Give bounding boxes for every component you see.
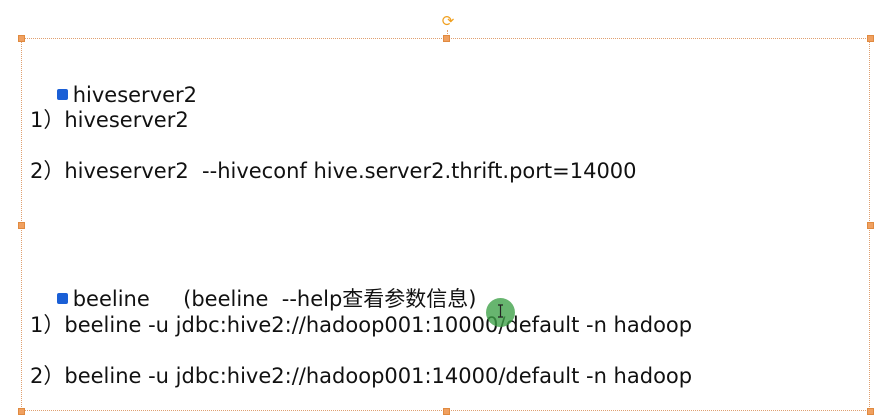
resize-handle-top-left[interactable] xyxy=(18,35,25,42)
resize-handle-top-right[interactable] xyxy=(867,35,874,42)
resize-handle-left[interactable] xyxy=(18,222,25,229)
resize-handle-bottom[interactable] xyxy=(443,408,450,415)
text-cursor-icon xyxy=(498,304,503,318)
list-item[interactable]: 1）hiveserver2 xyxy=(30,107,189,133)
rotate-handle-icon[interactable]: ⟳ xyxy=(440,13,456,29)
list-item[interactable]: 2）beeline -u jdbc:hive2://hadoop001:1400… xyxy=(30,363,692,389)
list-item[interactable]: 2）hiveserver2 --hiveconf hive.server2.th… xyxy=(30,158,637,184)
resize-handle-right[interactable] xyxy=(867,222,874,229)
slide-canvas: ⟳ hiveserver2 1）hiveserver2 2）hiveserver… xyxy=(0,0,885,417)
resize-handle-bottom-right[interactable] xyxy=(867,408,874,415)
resize-handle-bottom-left[interactable] xyxy=(18,408,25,415)
square-bullet-icon xyxy=(56,89,68,100)
heading-text: hiveserver2 xyxy=(72,83,198,107)
square-bullet-icon xyxy=(56,293,68,304)
resize-handle-top[interactable] xyxy=(443,35,450,42)
heading-text: beeline (beeline --help查看参数信息) xyxy=(72,287,477,311)
list-item[interactable]: 1）beeline -u jdbc:hive2://hadoop001:1000… xyxy=(30,312,692,338)
